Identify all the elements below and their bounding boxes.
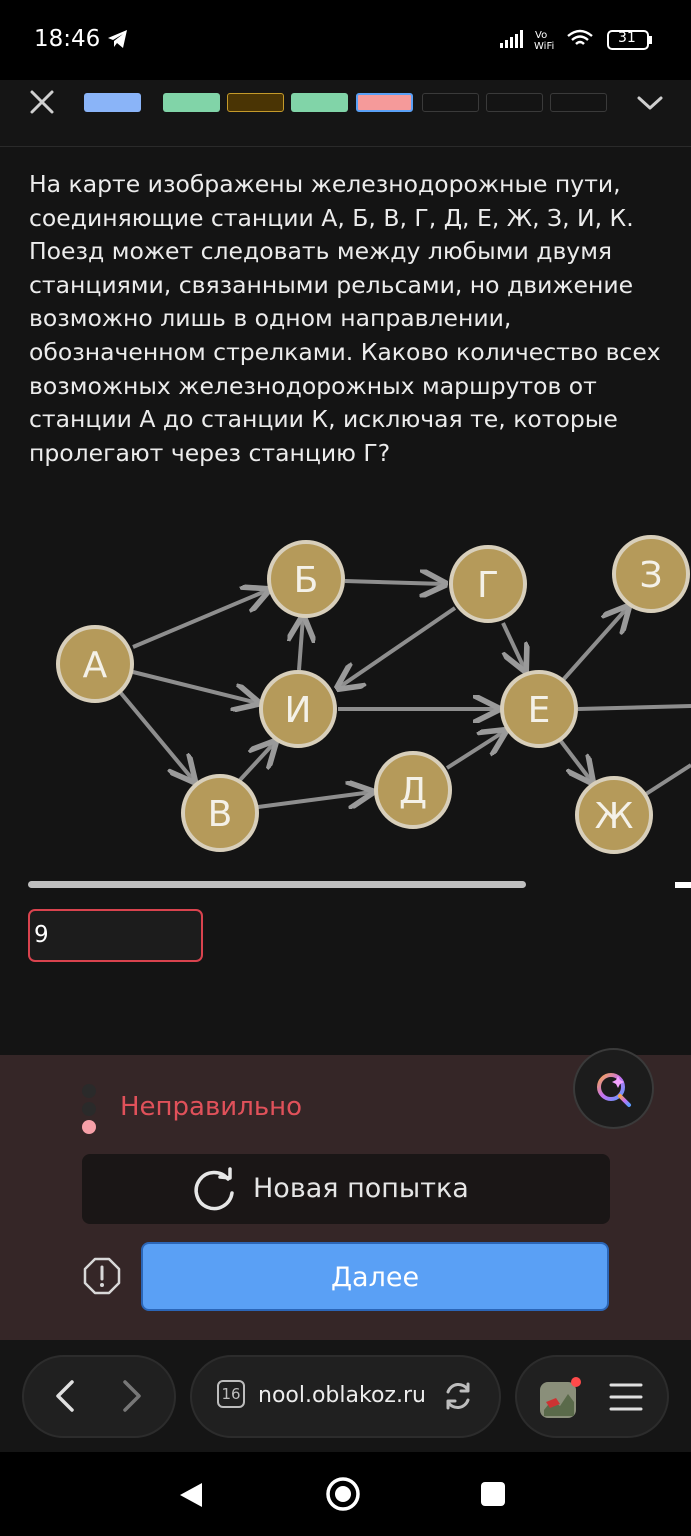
station-node: В xyxy=(181,774,259,852)
question-text: На карте изображены железнодорожные пути… xyxy=(29,170,661,467)
back-icon[interactable] xyxy=(48,1378,84,1414)
verdict-label: Неправильно xyxy=(120,1092,303,1122)
scroll-marker xyxy=(675,882,691,888)
progress-segment-current-view[interactable] xyxy=(84,93,141,112)
edge-a-v xyxy=(118,690,194,781)
profile-avatar[interactable] xyxy=(538,1376,582,1420)
indicator-dot-active xyxy=(82,1120,96,1134)
progress-segment-empty[interactable] xyxy=(550,93,607,112)
edge-i-b xyxy=(299,617,303,671)
station-label: В xyxy=(208,794,233,835)
graph-edges-offscreen xyxy=(577,704,691,796)
station-node: З xyxy=(612,535,690,613)
answer-input[interactable] xyxy=(28,909,203,962)
tab-count[interactable]: 16 xyxy=(217,1380,245,1408)
next-label: Далее xyxy=(330,1262,420,1293)
close-icon[interactable] xyxy=(26,86,58,118)
telegram-icon xyxy=(108,30,127,48)
svg-text:Vo: Vo xyxy=(535,30,547,41)
edge-b-g xyxy=(344,581,445,584)
station-node: А xyxy=(56,625,134,703)
station-label: Г xyxy=(477,565,499,606)
station-label: Д xyxy=(399,771,427,812)
retry-label: Новая попытка xyxy=(253,1173,469,1204)
answer-value: 9 xyxy=(34,922,49,948)
progress-segment-empty[interactable] xyxy=(486,93,543,112)
svg-text:WiFi: WiFi xyxy=(534,41,554,52)
chevron-down-icon[interactable] xyxy=(634,90,666,116)
nav-back-icon[interactable] xyxy=(176,1480,206,1510)
edge-a-b xyxy=(132,590,268,649)
station-label: З xyxy=(639,555,662,596)
signal-icon xyxy=(500,30,523,48)
progress-segment-correct[interactable] xyxy=(291,93,348,112)
report-icon[interactable] xyxy=(82,1256,122,1296)
nav-recents-icon[interactable] xyxy=(480,1481,506,1507)
status-time: 18:46 xyxy=(34,26,101,52)
station-label: А xyxy=(83,645,108,686)
forward-icon[interactable] xyxy=(113,1378,149,1414)
indicator-dot xyxy=(82,1084,96,1098)
station-node: Д xyxy=(374,751,452,829)
graph-stations: А Б В Г Д Е Ж З И xyxy=(56,535,690,854)
edge-g-i xyxy=(338,606,457,688)
nav-home-icon[interactable] xyxy=(324,1475,362,1513)
progress-segment-correct[interactable] xyxy=(163,93,220,112)
ai-search-icon xyxy=(597,1073,631,1107)
station-label: И xyxy=(285,690,312,731)
edge-d-e xyxy=(445,731,505,770)
edge-v-i xyxy=(238,742,275,782)
history-nav xyxy=(22,1355,176,1438)
quiz-header xyxy=(0,80,691,147)
menu-icon[interactable] xyxy=(609,1381,643,1413)
progress-segment-pending[interactable] xyxy=(227,93,284,112)
station-node: Ж xyxy=(575,776,653,854)
progress-segment-wrong[interactable] xyxy=(356,93,413,112)
indicator-dot xyxy=(82,1102,96,1116)
edge-a-i xyxy=(132,670,258,703)
refresh-icon xyxy=(194,1167,234,1211)
station-node: Б xyxy=(267,540,345,618)
reload-icon[interactable] xyxy=(442,1380,474,1412)
station-label: Е xyxy=(528,690,551,731)
url-text: nool.oblakoz.ru xyxy=(258,1383,426,1408)
wifi-icon xyxy=(567,29,593,45)
edge-g-e xyxy=(501,622,525,670)
station-label: Ж xyxy=(595,796,634,837)
battery-level: 31 xyxy=(618,30,636,46)
edge-v-d xyxy=(257,792,372,807)
edge-e-z xyxy=(561,607,628,682)
railway-graph: А Б В Г Д Е Ж З И xyxy=(56,535,691,854)
graph-scrollbar[interactable] xyxy=(28,881,526,888)
station-node: Е xyxy=(500,670,578,748)
edge-e-zh xyxy=(558,738,592,782)
progress-segment-empty[interactable] xyxy=(422,93,479,112)
station-node: Г xyxy=(449,545,527,623)
station-node: И xyxy=(259,670,337,748)
station-label: Б xyxy=(294,560,319,601)
